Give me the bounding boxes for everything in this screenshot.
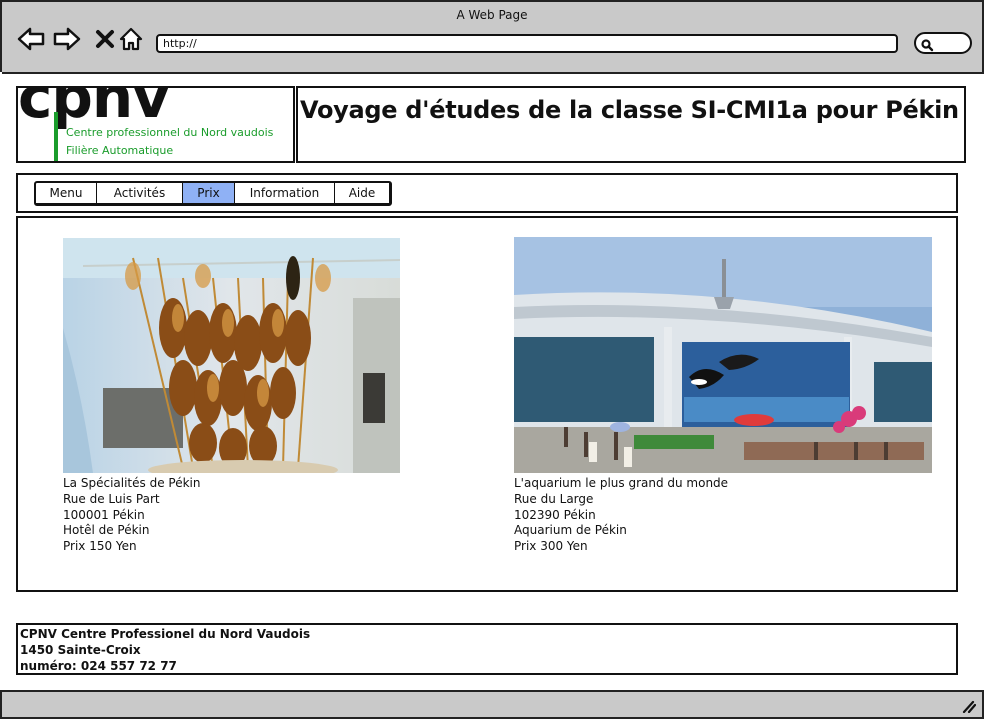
item-1-city: 100001 Pékin — [63, 507, 145, 522]
item-1-name: La Spécialités de Pékin — [63, 476, 201, 490]
item-2-street: Rue du Large — [514, 491, 594, 506]
item-2-place: Aquarium de Pékin — [514, 523, 627, 538]
back-arrow-icon[interactable] — [16, 24, 46, 54]
item-2-name: L'aquarium le plus grand du monde — [514, 476, 729, 490]
tab-group: Menu Activités Prix Information Aide — [34, 181, 392, 206]
tab-information[interactable]: Information — [235, 183, 335, 203]
search-field[interactable] — [914, 32, 972, 54]
item-2-city: 102390 Pékin — [514, 507, 596, 522]
footer-address: 1450 Sainte-Croix — [20, 643, 141, 657]
footer-phone: numéro: 024 557 72 77 — [20, 659, 177, 673]
footer-org: CPNV Centre Professionel du Nord Vaudois — [20, 627, 311, 641]
search-icon — [921, 39, 934, 52]
logo-wordmark: cpnv — [18, 86, 170, 131]
tab-aide[interactable]: Aide — [335, 183, 389, 203]
forward-arrow-icon[interactable] — [52, 24, 82, 54]
item-1-street: Rue de Luis Part — [63, 491, 160, 506]
nav-bar: Menu Activités Prix Information Aide — [16, 173, 958, 213]
logo-subtitle-1: Centre professionnel du Nord vaudois — [66, 126, 274, 139]
item-1-details: La Spécialités de Pékin Rue de Luis Part… — [63, 476, 200, 555]
tab-menu[interactable]: Menu — [36, 183, 97, 203]
footer-text: CPNV Centre Professionel du Nord Vaudois… — [20, 626, 310, 674]
item-2-details: L'aquarium le plus grand du monde Rue du… — [514, 476, 728, 555]
browser-window-chrome: A Web Page http:// — [0, 0, 984, 74]
tab-activites[interactable]: Activités — [97, 183, 183, 203]
footer: CPNV Centre Professionel du Nord Vaudois… — [16, 623, 958, 675]
window-title: A Web Page — [456, 8, 528, 22]
logo-subtitle-2: Filière Automatique — [66, 144, 174, 157]
chrome-divider — [2, 72, 984, 74]
item-1-price: Prix 150 Yen — [63, 539, 137, 554]
logo-box: cpnv Centre professionnel du Nord vaudoi… — [16, 86, 295, 163]
aquarium-image — [514, 237, 932, 473]
item-1-place: Hotêl de Pékin — [63, 523, 150, 538]
home-icon[interactable] — [116, 24, 146, 54]
resize-grip-icon[interactable] — [960, 699, 976, 713]
browser-status-bar — [0, 690, 984, 719]
title-box: Voyage d'études de la classe SI-CMI1a po… — [296, 86, 966, 163]
scorpion-skewers-image — [63, 238, 400, 473]
tab-prix[interactable]: Prix — [183, 183, 235, 203]
url-input[interactable]: http:// — [156, 34, 898, 53]
page-title: Voyage d'études de la classe SI-CMI1a po… — [300, 96, 959, 124]
main-content: La Spécialités de Pékin Rue de Luis Part… — [16, 216, 958, 592]
item-2-price: Prix 300 Yen — [514, 539, 588, 554]
logo-accent-bar — [54, 112, 58, 161]
